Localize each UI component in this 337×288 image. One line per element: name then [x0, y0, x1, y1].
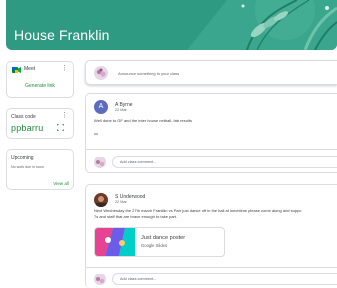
attachment-card[interactable]: Just dance poster Google Slides	[94, 227, 225, 257]
banner-illustration	[187, 0, 337, 50]
post-body-line: Well done to GF and the inter house netb…	[94, 118, 192, 123]
post-body-line: xx	[94, 131, 98, 136]
announce-placeholder[interactable]: Announce something to your class	[118, 71, 179, 76]
class-code-card: Class code ⋮ ppbarru	[6, 108, 74, 139]
meet-camera-icon	[12, 67, 21, 73]
stream-post: S Underwood 22 Mar Next Wednesday the 27…	[85, 184, 337, 288]
user-avatar-icon	[94, 66, 108, 80]
divider	[86, 149, 337, 150]
post-body-line: 7s and staff that are brave enough to ta…	[94, 214, 178, 219]
user-avatar-icon	[94, 156, 106, 168]
post-date: 22 Mar	[115, 200, 127, 204]
upcoming-card: Upcoming No work due in soon View all	[6, 149, 74, 190]
attachment-title[interactable]: Just dance poster	[141, 235, 185, 241]
post-date: 22 Mar	[115, 108, 127, 112]
class-comment-input[interactable]: Add class comment...	[112, 273, 337, 285]
more-vert-icon[interactable]: ⋮	[61, 112, 68, 119]
stream-post: A A Byrne 22 Mar Well done to GF and the…	[85, 93, 337, 173]
class-comment-input[interactable]: Add class comment...	[112, 156, 337, 168]
attachment-thumbnail	[95, 228, 135, 256]
upcoming-empty-text: No work due in soon	[11, 165, 44, 169]
class-code-value: ppbarru	[11, 123, 44, 133]
announce-box[interactable]: Announce something to your class	[85, 60, 337, 85]
upcoming-title: Upcoming	[11, 155, 34, 161]
generate-link-button[interactable]: Generate link	[7, 83, 73, 89]
class-banner: House Franklin	[6, 0, 337, 50]
author-avatar	[94, 193, 108, 207]
more-vert-icon[interactable]: ⋮	[61, 65, 68, 72]
user-avatar-icon	[94, 273, 106, 285]
author-avatar: A	[94, 100, 108, 114]
fullscreen-expand-icon[interactable]	[57, 124, 64, 131]
class-title: House Franklin	[14, 27, 110, 43]
meet-card: Meet ⋮ Generate link	[6, 61, 74, 98]
view-all-link[interactable]: View all	[53, 181, 69, 186]
class-code-title: Class code	[11, 114, 36, 120]
divider	[86, 267, 337, 268]
attachment-type: Google Slides	[141, 243, 168, 248]
meet-title: Meet	[24, 66, 36, 72]
